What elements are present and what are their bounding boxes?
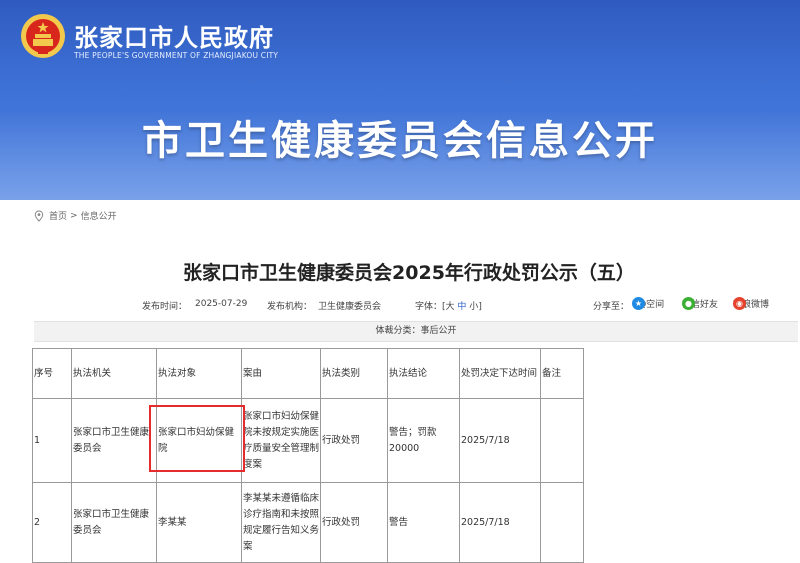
table-header-cell: 备注: [540, 348, 584, 399]
publish-date: 2025-07-29: [195, 299, 248, 309]
table-row: 1 张家口市卫生健康委员会 张家口市妇幼保健院 张家口市妇幼保健院未按规定实施医…: [32, 398, 584, 483]
font-size-close: ]: [478, 302, 482, 312]
breadcrumb: 首页 > 信息公开: [33, 209, 117, 222]
table-header-cell: 案由: [241, 348, 321, 399]
table-cell: 李某某未遵循临床诊疗指南和未按照规定履行告知义务案: [241, 482, 321, 563]
site-name-english: THE PEOPLE'S GOVERNMENT OF ZHANGJIAKOU C…: [74, 51, 279, 60]
qq-star-icon: ★: [632, 297, 645, 310]
font-size-label: 字体：[: [415, 302, 446, 312]
breadcrumb-home-link[interactable]: 首页: [49, 209, 67, 222]
share-label: 分享至：: [593, 302, 630, 312]
table-cell: 2025/7/18: [459, 482, 541, 563]
share-weibo-button[interactable]: ◉ 新浪微博: [733, 297, 769, 310]
table-cell: 2025/7/18: [459, 398, 541, 483]
table-cell: 警告: [387, 482, 460, 563]
font-large-button[interactable]: 大: [446, 302, 455, 312]
table-cell: [540, 482, 584, 563]
table-header-cell: 序号: [32, 348, 72, 399]
table-row: 2 张家口市卫生健康委员会 李某某 李某某未遵循临床诊疗指南和未按照规定履行告知…: [32, 482, 584, 563]
share-qq-button[interactable]: ★ QQ空间: [632, 297, 664, 310]
highlight-annotation-box: [149, 405, 245, 472]
table-cell: 行政处罚: [320, 482, 388, 563]
penalty-table: 序号 执法机关 执法对象 案由 执法类别 执法结论 处罚决定下达时间 备注 1 …: [32, 348, 584, 563]
table-header-cell: 执法结论: [387, 348, 460, 399]
table-header-cell: 处罚决定下达时间: [459, 348, 541, 399]
font-small-button[interactable]: 小: [469, 302, 478, 312]
table-cell: 李某某: [156, 482, 242, 563]
main-content: 首页 > 信息公开 张家口市卫生健康委员会2025年行政处罚公示（五） 发布时间…: [18, 200, 800, 563]
header-banner: 张家口市人民政府 THE PEOPLE'S GOVERNMENT OF ZHAN…: [0, 0, 800, 200]
article-title: 张家口市卫生健康委员会2025年行政处罚公示（五）: [183, 262, 635, 284]
site-name[interactable]: 张家口市人民政府: [74, 18, 274, 53]
font-size-control: 字体：[大 中 小]: [415, 299, 482, 312]
table-header-row: 序号 执法机关 执法对象 案由 执法类别 执法结论 处罚决定下达时间 备注: [32, 348, 584, 399]
table-cell: 行政处罚: [320, 398, 388, 483]
publish-org: 卫生健康委员会: [318, 302, 382, 312]
category-bar: 体裁分类：事后公开: [34, 321, 798, 342]
table-cell: 张家口市卫生健康委员会: [71, 482, 157, 563]
publish-time-label: 发布时间：: [142, 302, 188, 312]
table-cell: 张家口市妇幼保健院未按规定实施医疗质量安全管理制度案: [241, 398, 321, 483]
table-cell: 2: [32, 482, 72, 563]
table-cell: 张家口市卫生健康委员会: [71, 398, 157, 483]
table-cell: 警告；罚款20000: [387, 398, 460, 483]
breadcrumb-separator: >: [70, 210, 78, 221]
table-header-cell: 执法机关: [71, 348, 157, 399]
weibo-icon: ◉: [733, 297, 746, 310]
national-emblem-icon: [21, 14, 65, 58]
table-cell: 1: [32, 398, 72, 483]
table-header-cell: 执法类别: [320, 348, 388, 399]
table-header-cell: 执法对象: [156, 348, 242, 399]
table-cell: [540, 398, 584, 483]
publish-org-label: 发布机构：: [267, 302, 313, 312]
wechat-icon: ●: [682, 297, 695, 310]
banner-title: 市卫生健康委员会信息公开: [142, 118, 658, 164]
font-medium-button[interactable]: 中: [457, 302, 466, 312]
breadcrumb-current-link[interactable]: 信息公开: [81, 209, 117, 222]
share-wechat-button[interactable]: ● 微信好友: [682, 297, 718, 310]
location-pin-icon: [34, 209, 44, 222]
